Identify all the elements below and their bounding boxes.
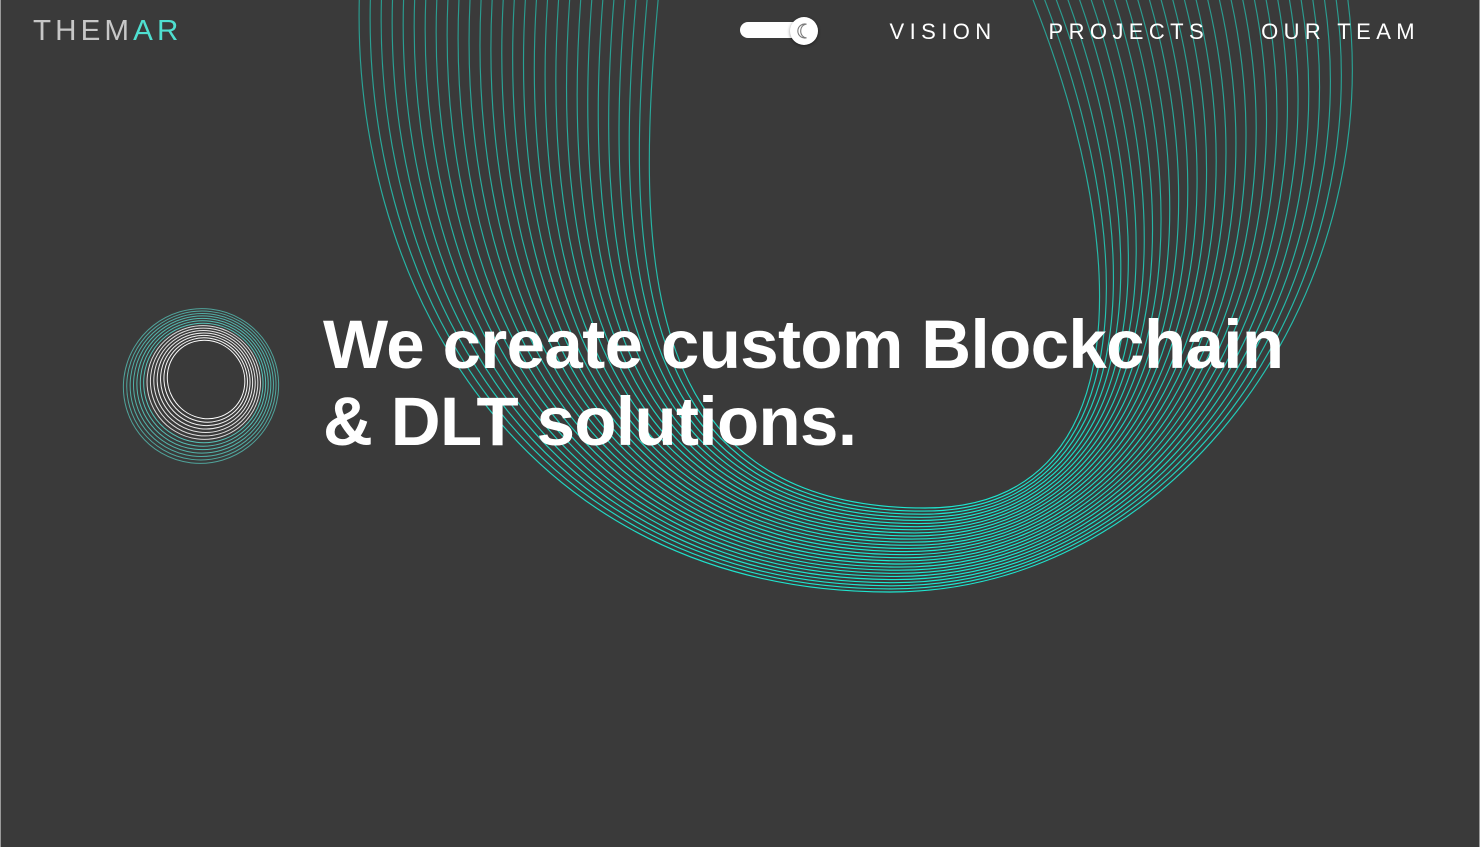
nav-link-vision[interactable]: VISION: [890, 18, 997, 46]
nav-link-our-team[interactable]: OUR TEAM: [1261, 18, 1420, 46]
wave-line: [522, 0, 1198, 546]
wave-line: [512, 0, 1208, 550]
hero-headline-line2: & DLT solutions.: [323, 383, 857, 460]
wave-line: [413, 0, 1299, 578]
moon-icon: [797, 23, 807, 39]
brand-text-accent: AR: [133, 15, 183, 47]
hero-headline: We create custom Blockchain & DLT soluti…: [323, 306, 1433, 460]
wave-line: [358, 0, 1353, 593]
nav-item-projects: PROJECTS: [1049, 18, 1210, 46]
hero-headline-line1: We create custom Blockchain: [323, 306, 1284, 383]
brand-text: THEM: [33, 15, 134, 47]
brand-logo[interactable]: THEMAR: [33, 14, 182, 48]
page: THEMAR VISION PROJECTS OUR TEAM We creat…: [0, 0, 1480, 847]
theme-toggle[interactable]: [740, 17, 819, 45]
site-header: THEMAR VISION PROJECTS OUR TEAM: [0, 0, 1480, 64]
main-nav: VISION PROJECTS OUR TEAM: [838, 18, 1420, 46]
wave-line: [369, 0, 1342, 590]
nav-link-projects[interactable]: PROJECTS: [1049, 18, 1210, 46]
ring-logo-icon: [122, 308, 280, 464]
wave-line: [402, 0, 1310, 581]
nav-item-vision: VISION: [890, 18, 997, 46]
toggle-knob: [790, 17, 818, 45]
nav-item-our-team: OUR TEAM: [1261, 18, 1420, 46]
